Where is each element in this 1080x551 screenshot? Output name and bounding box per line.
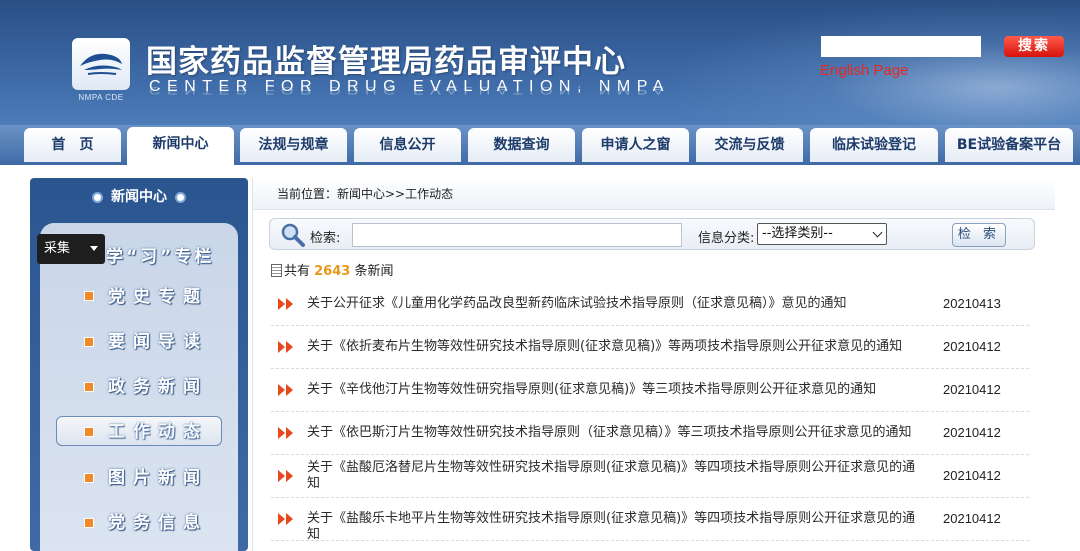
- tab-be-platform[interactable]: BE试验备案平台: [945, 128, 1073, 162]
- tab-news-center[interactable]: 新闻中心: [127, 127, 234, 165]
- news-date: 20210412: [943, 425, 1001, 440]
- news-title[interactable]: 关于《盐酸乐卡地平片生物等效性研究技术指导原则(征求意见稿)》等四项技术指导原则…: [307, 511, 917, 543]
- count-prefix: 共有: [284, 264, 315, 279]
- sidebar-item-party-history[interactable]: 党史专题: [108, 282, 248, 312]
- orange-bullet-icon: [84, 291, 94, 301]
- tab-regulations[interactable]: 法规与规章: [240, 128, 347, 162]
- double-arrow-icon: [278, 470, 293, 482]
- header-search-input[interactable]: [821, 36, 981, 57]
- double-arrow-icon: [278, 384, 293, 396]
- news-list: 关于公开征求《儿童用化学药品改良型新药临床试验技术指导原则（征求意见稿）》意见的…: [271, 283, 1029, 543]
- tab-clinical-trial[interactable]: 临床试验登记: [810, 128, 938, 162]
- double-arrow-icon: [278, 513, 293, 525]
- sidebar-item-headlines[interactable]: 要闻导读: [108, 327, 248, 357]
- news-date: 20210412: [943, 468, 1001, 483]
- tab-data-query[interactable]: 数据查询: [468, 128, 575, 162]
- sidebar-heading-label: 新闻中心: [111, 189, 167, 205]
- news-title[interactable]: 关于公开征求《儿童用化学药品改良型新药临床试验技术指导原则（征求意见稿）》意见的…: [307, 296, 917, 312]
- main-content: 当前位置：新闻中心>>工作动态 检索: 信息分类: --选择类别-- 检 索 共…: [252, 178, 1055, 551]
- news-title[interactable]: 关于《盐酸厄洛替尼片生物等效性研究技术指导原则(征求意见稿)》等四项技术指导原则…: [307, 460, 917, 492]
- tab-home[interactable]: 首 页: [24, 128, 121, 162]
- orange-bullet-icon: [84, 473, 94, 483]
- bullet-icon: [92, 191, 103, 203]
- news-title[interactable]: 关于《辛伐他汀片生物等效性研究指导原则(征求意见稿)》等三项技术指导原则公开征求…: [307, 382, 917, 398]
- news-count: 共有 2643 条新闻: [271, 260, 393, 279]
- news-item[interactable]: 关于《依巴斯汀片生物等效性研究技术指导原则（征求意见稿）》等三项技术指导原则公开…: [271, 412, 1029, 455]
- news-title[interactable]: 关于《依巴斯汀片生物等效性研究技术指导原则（征求意见稿）》等三项技术指导原则公开…: [307, 425, 917, 441]
- tab-communication[interactable]: 交流与反馈: [696, 128, 803, 162]
- site-header: NMPA CDE 国家药品监督管理局药品审评中心 CENTER FOR DRUG…: [0, 0, 1080, 125]
- news-item[interactable]: 关于《盐酸厄洛替尼片生物等效性研究技术指导原则(征求意见稿)》等四项技术指导原则…: [271, 455, 1029, 498]
- news-date: 20210412: [943, 382, 1001, 397]
- bullet-icon: [175, 191, 186, 203]
- news-item[interactable]: 关于《盐酸乐卡地平片生物等效性研究技术指导原则(征求意见稿)》等四项技术指导原则…: [271, 498, 1029, 543]
- sidebar-item-party-affairs[interactable]: 党务信息: [108, 508, 248, 538]
- sidebar-heading: 新闻中心: [30, 186, 248, 206]
- tab-info-disclosure[interactable]: 信息公开: [354, 128, 461, 162]
- orange-bullet-icon: [84, 382, 94, 392]
- tab-applicant-window[interactable]: 申请人之窗: [582, 128, 689, 162]
- logo-emblem: [72, 38, 130, 90]
- header-search-button[interactable]: 搜索: [1004, 36, 1064, 57]
- count-suffix: 条新闻: [350, 264, 394, 279]
- search-bar: 检索: 信息分类: --选择类别-- 检 索: [269, 218, 1035, 250]
- news-date: 20210412: [943, 339, 1001, 354]
- news-item[interactable]: 关于《辛伐他汀片生物等效性研究指导原则(征求意见稿)》等三项技术指导原则公开征求…: [271, 369, 1029, 412]
- news-item[interactable]: 关于《依折麦布片生物等效性研究技术指导原则(征求意见稿)》等两项技术指导原则公开…: [271, 326, 1029, 369]
- search-button[interactable]: 检 索: [952, 223, 1006, 247]
- double-arrow-icon: [278, 427, 293, 439]
- logo-wave-icon: [80, 53, 122, 75]
- document-icon: [271, 264, 282, 277]
- sidebar-item-gov-news[interactable]: 政务新闻: [108, 372, 248, 402]
- collect-button[interactable]: 采集: [37, 234, 105, 264]
- sidebar-item-photo-news[interactable]: 图片新闻: [108, 463, 248, 493]
- english-page-link[interactable]: English Page: [820, 62, 908, 79]
- orange-bullet-icon: [84, 337, 94, 347]
- collect-label: 采集: [44, 241, 71, 256]
- sidebar-item-study[interactable]: 学“习”专栏: [106, 242, 246, 272]
- magnifier-icon: [281, 223, 305, 247]
- news-date: 20210413: [943, 296, 1001, 311]
- site-logo[interactable]: NMPA CDE: [72, 38, 130, 104]
- caret-down-icon: [90, 246, 98, 251]
- site-title-cn: 国家药品监督管理局药品审评中心: [146, 44, 626, 80]
- news-date: 20210412: [943, 511, 1001, 526]
- search-input[interactable]: [352, 223, 682, 247]
- orange-bullet-icon: [84, 518, 94, 528]
- logo-caption: NMPA CDE: [78, 93, 124, 102]
- sidebar-item-work-updates[interactable]: 工作动态: [108, 417, 248, 447]
- site-title-en-reflection: CENTER FOR DRUG EVALUATION, NMPA: [149, 84, 670, 96]
- double-arrow-icon: [278, 298, 293, 310]
- category-selected: --选择类别--: [762, 226, 833, 241]
- news-title[interactable]: 关于《依折麦布片生物等效性研究技术指导原则(征求意见稿)》等两项技术指导原则公开…: [307, 339, 917, 355]
- category-label: 信息分类:: [698, 231, 755, 246]
- breadcrumb: 当前位置：新闻中心>>工作动态: [253, 178, 1055, 210]
- search-label: 检索:: [310, 231, 341, 246]
- news-item[interactable]: 关于公开征求《儿童用化学药品改良型新药临床试验技术指导原则（征求意见稿）》意见的…: [271, 283, 1029, 326]
- orange-bullet-icon: [84, 427, 94, 437]
- category-select[interactable]: --选择类别--: [757, 223, 887, 245]
- count-value: 2643: [314, 264, 351, 279]
- chevron-down-icon: [872, 227, 883, 238]
- double-arrow-icon: [278, 341, 293, 353]
